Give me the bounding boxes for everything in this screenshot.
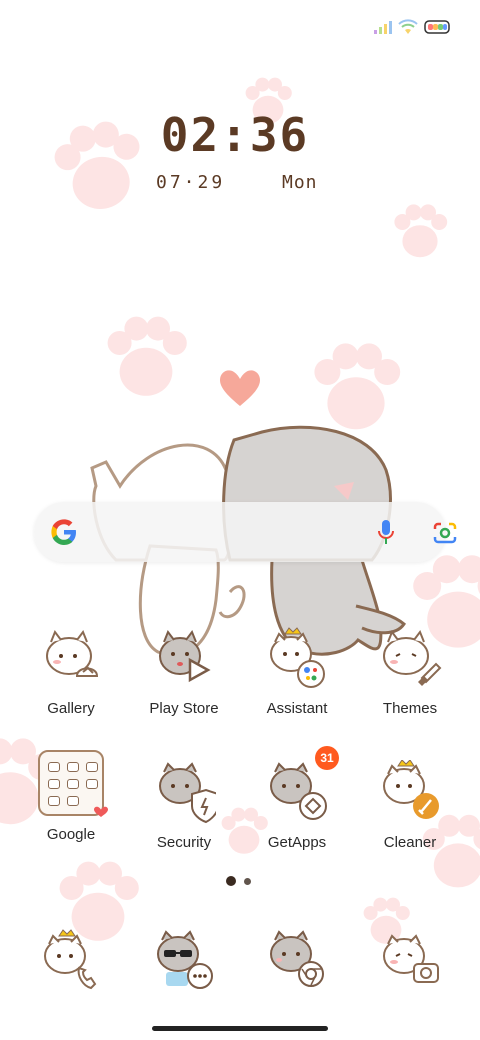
google-lens-icon[interactable] (432, 521, 458, 545)
google-logo-icon (51, 519, 76, 545)
notification-badge: 31 (315, 746, 339, 770)
page-indicator[interactable] (226, 876, 251, 886)
phone-icon (39, 928, 103, 992)
battery-icon (424, 20, 450, 34)
dock-camera[interactable] (355, 928, 465, 992)
play-store-icon (152, 626, 216, 690)
app-themes[interactable]: Themes (355, 626, 465, 717)
app-cleaner[interactable]: Cleaner (355, 759, 465, 851)
google-folder-preview (38, 750, 108, 817)
cleaner-icon (378, 759, 442, 824)
app-play-store[interactable]: Play Store (129, 626, 239, 717)
dock-messages[interactable] (129, 928, 239, 992)
app-label: Themes (382, 700, 438, 717)
home-gesture-bar[interactable] (152, 1026, 328, 1031)
weekday-text: Mon (282, 172, 318, 193)
clock-time[interactable]: 02:36 (0, 108, 470, 162)
dock-browser[interactable] (242, 928, 352, 992)
clock-date: 07·29 Mon (156, 172, 317, 193)
app-label: Gallery (47, 700, 95, 717)
dock-phone[interactable] (16, 928, 126, 992)
status-bar (374, 16, 452, 38)
app-security[interactable]: Security (129, 760, 239, 851)
themes-icon (378, 626, 442, 690)
app-label: Play Store (149, 700, 219, 717)
getapps-icon: 31 (265, 746, 339, 824)
date-text: 07·29 (156, 172, 226, 193)
gallery-icon (39, 626, 103, 690)
app-label: Google (46, 826, 96, 843)
wifi-icon (398, 19, 418, 34)
browser-icon (265, 928, 329, 992)
camera-icon (378, 928, 442, 992)
app-gallery[interactable]: Gallery (16, 626, 126, 717)
app-label: Cleaner (383, 834, 437, 851)
assistant-icon (265, 626, 329, 690)
heart-icon (94, 806, 108, 817)
app-label: Security (156, 834, 212, 851)
page-dot (244, 877, 251, 885)
app-label: GetApps (267, 834, 327, 851)
app-label: Assistant (266, 700, 328, 717)
page-dot-active (226, 876, 236, 886)
security-icon (152, 760, 219, 824)
messages-icon (152, 928, 216, 992)
microphone-icon[interactable] (378, 519, 394, 545)
app-getapps[interactable]: 31 GetApps (242, 746, 352, 851)
signal-icon (374, 21, 392, 34)
app-assistant[interactable]: Assistant (242, 626, 352, 717)
google-search-bar[interactable] (34, 502, 457, 562)
